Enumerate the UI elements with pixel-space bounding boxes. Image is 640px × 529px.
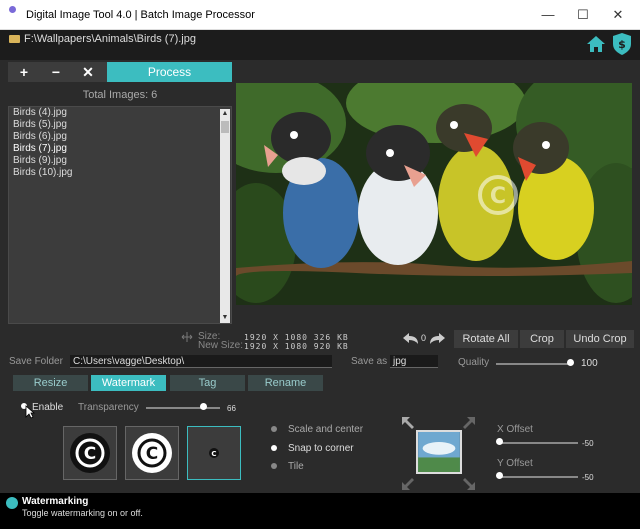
current-file-path: F:\Wallpapers\Animals\Birds (7).jpg xyxy=(24,33,196,45)
file-list-scrollbar[interactable]: ▲ ▼ xyxy=(220,109,230,323)
add-files-button[interactable]: + xyxy=(8,62,40,82)
transparency-value: 66 xyxy=(227,404,236,413)
status-title: Watermarking xyxy=(22,496,89,507)
folder-icon xyxy=(9,35,20,43)
svg-text:$: $ xyxy=(618,38,626,51)
list-item[interactable]: Birds (4).jpg xyxy=(9,107,231,119)
scroll-down-icon[interactable]: ▼ xyxy=(220,313,230,323)
scroll-thumb[interactable] xyxy=(221,121,229,133)
x-offset-slider[interactable] xyxy=(498,442,578,444)
title-bar: Digital Image Tool 4.0 | Batch Image Pro… xyxy=(0,0,640,30)
close-button[interactable]: ✕ xyxy=(608,6,628,24)
transparency-slider-knob[interactable] xyxy=(200,403,207,410)
watermark-choice-large[interactable]: C xyxy=(63,426,117,480)
quality-label: Quality xyxy=(458,357,490,368)
undo-crop-button[interactable]: Undo Crop xyxy=(566,330,634,348)
y-offset-slider[interactable] xyxy=(498,476,578,478)
clear-list-button[interactable]: ✕ xyxy=(72,62,104,82)
mode-tile-radio[interactable] xyxy=(271,463,277,469)
app-icon xyxy=(9,6,16,13)
copyright-icon: C xyxy=(132,433,172,473)
y-offset-slider-knob[interactable] xyxy=(496,472,503,479)
mouse-cursor-icon xyxy=(25,405,35,419)
quality-value: 100 xyxy=(581,358,598,369)
save-folder-label: Save Folder xyxy=(9,356,63,367)
new-size-value: 1920 X 1080 920 KB xyxy=(244,342,349,351)
rotate-left-icon[interactable] xyxy=(402,332,420,346)
tab-rename[interactable]: Rename xyxy=(248,375,323,391)
mode-snap-radio[interactable] xyxy=(271,445,277,451)
x-offset-slider-knob[interactable] xyxy=(496,438,503,445)
quality-slider[interactable] xyxy=(496,363,572,365)
resize-arrows-icon xyxy=(181,332,193,342)
x-offset-label: X Offset xyxy=(497,424,533,435)
save-as-label: Save as xyxy=(351,356,388,367)
new-size-label: New Size: xyxy=(198,340,244,351)
copyright-icon: C xyxy=(209,448,219,458)
svg-text:C: C xyxy=(211,450,216,458)
remove-file-button[interactable]: − xyxy=(40,62,72,82)
watermark-choice-white[interactable]: C xyxy=(125,426,179,480)
donate-shield-icon[interactable]: $ xyxy=(611,32,633,56)
mode-snap-label[interactable]: Snap to corner xyxy=(288,443,354,454)
image-preview[interactable]: C xyxy=(236,83,632,305)
position-preview-thumbnail xyxy=(416,430,462,474)
save-format-input[interactable]: jpg xyxy=(390,355,438,368)
path-bar: F:\Wallpapers\Animals\Birds (7).jpg xyxy=(0,30,640,60)
tab-tag[interactable]: Tag xyxy=(170,375,245,391)
corner-bottom-left-icon[interactable] xyxy=(401,477,415,491)
save-folder-input[interactable]: C:\Users\vagge\Desktop\ xyxy=(70,355,332,368)
corner-top-right-icon[interactable] xyxy=(462,416,476,430)
quality-slider-knob[interactable] xyxy=(567,359,574,366)
mode-scale-radio[interactable] xyxy=(271,426,277,432)
rotate-all-button[interactable]: Rotate All xyxy=(454,330,518,348)
corner-bottom-right-icon[interactable] xyxy=(462,477,476,491)
rotation-count: 0 xyxy=(421,333,427,343)
svg-text:C: C xyxy=(490,184,506,209)
copyright-icon: C xyxy=(70,433,110,473)
process-button[interactable]: Process xyxy=(107,62,232,82)
list-item[interactable]: Birds (5).jpg xyxy=(9,119,231,131)
list-item[interactable]: Birds (6).jpg xyxy=(9,131,231,143)
transparency-slider[interactable] xyxy=(146,407,220,409)
svg-text:C: C xyxy=(146,444,158,464)
tab-resize[interactable]: Resize xyxy=(13,375,88,391)
list-item[interactable]: Birds (10).jpg xyxy=(9,167,231,179)
info-icon xyxy=(6,497,18,509)
minimize-button[interactable]: — xyxy=(538,6,558,24)
mode-tile-label[interactable]: Tile xyxy=(288,461,304,472)
total-images-label: Total Images: 6 xyxy=(82,89,158,101)
window-title: Digital Image Tool 4.0 | Batch Image Pro… xyxy=(26,9,255,21)
enable-label[interactable]: Enable xyxy=(32,402,63,413)
list-item[interactable]: Birds (7).jpg xyxy=(9,143,231,155)
size-value: 1920 X 1080 326 KB xyxy=(244,333,349,342)
file-list[interactable]: Birds (4).jpg Birds (5).jpg Birds (6).jp… xyxy=(8,106,232,324)
scroll-up-icon[interactable]: ▲ xyxy=(220,109,230,119)
corner-top-left-icon[interactable] xyxy=(401,416,415,430)
x-offset-value: -50 xyxy=(582,439,594,448)
rotate-right-icon[interactable] xyxy=(428,332,446,346)
list-item[interactable]: Birds (9).jpg xyxy=(9,155,231,167)
crop-button[interactable]: Crop xyxy=(520,330,564,348)
watermark-choice-small[interactable]: C xyxy=(187,426,241,480)
svg-text:C: C xyxy=(84,444,96,464)
y-offset-value: -50 xyxy=(582,473,594,482)
y-offset-label: Y Offset xyxy=(497,458,533,469)
transparency-label: Transparency xyxy=(78,402,139,413)
maximize-button[interactable]: ☐ xyxy=(573,6,593,24)
home-icon[interactable] xyxy=(586,34,606,54)
status-description: Toggle watermarking on or off. xyxy=(22,508,143,518)
mode-scale-label[interactable]: Scale and center xyxy=(288,424,363,435)
tab-watermark[interactable]: Watermark xyxy=(91,375,166,391)
